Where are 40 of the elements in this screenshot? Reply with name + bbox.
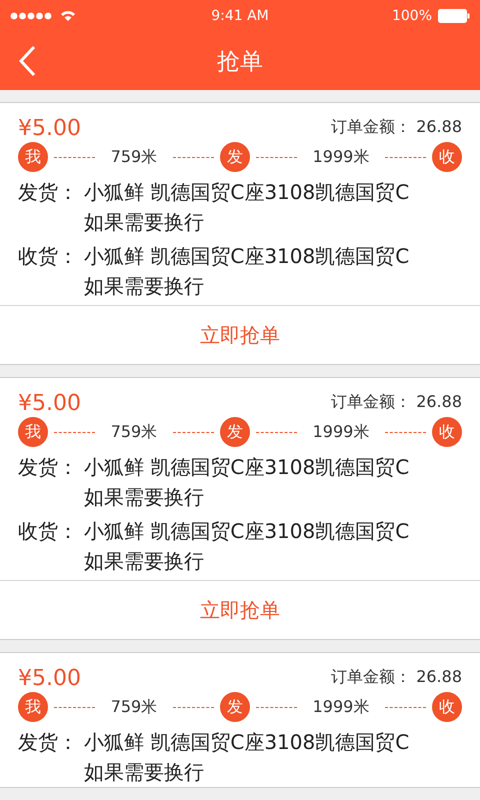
address-text: 小狐鲜 凯德国贸C座3108凯德国贸C 如果需要换行: [84, 518, 410, 575]
order-amount: 订单金额： 26.88: [331, 667, 462, 688]
route-stop-badge: 收: [432, 417, 462, 447]
route-stop-badge: 发: [220, 142, 250, 172]
distance-text: 1999米: [312, 422, 370, 442]
wifi-icon: [60, 10, 76, 22]
distance-text: 759米: [110, 146, 158, 168]
address-label: 发货：: [18, 454, 79, 481]
signal-icon: [10, 12, 54, 20]
route-stop-badge: 发: [220, 692, 250, 722]
order-amount: 订单金额： 26.88: [331, 392, 462, 413]
route-stop-badge: 我: [18, 417, 48, 447]
address-label: 收货：: [18, 518, 79, 545]
address-label: 发货：: [18, 179, 79, 206]
route-stop-badge: 我: [18, 692, 48, 722]
delivery-fee: ¥5.00: [18, 391, 81, 416]
distance-text: 1999米: [312, 146, 370, 168]
status-time: 9:41 AM: [210, 8, 270, 24]
grab-order-button[interactable]: 立即抢单: [192, 592, 288, 628]
address-text: 小狐鲜 凯德国贸C座3108凯德国贸C 如果需要换行: [84, 243, 410, 300]
address-text: 小狐鲜 凯德国贸C座3108凯德国贸C 如果需要换行: [84, 454, 410, 511]
route-stop-badge: 收: [432, 142, 462, 172]
grab-order-button[interactable]: 立即抢单: [192, 318, 288, 352]
address-text: 小狐鲜 凯德国贸C座3108凯德国贸C 如果需要换行: [84, 179, 410, 236]
distance-text: 759米: [110, 422, 158, 442]
distance-text: 759米: [110, 696, 158, 718]
page-title: 抢单: [217, 48, 263, 76]
delivery-fee: ¥5.00: [18, 116, 81, 141]
route-stop-badge: 发: [220, 417, 250, 447]
route-stop-badge: 收: [432, 692, 462, 722]
battery-icon: [438, 9, 470, 23]
delivery-fee: ¥5.00: [18, 666, 81, 691]
order-amount: 订单金额： 26.88: [331, 117, 462, 138]
address-text: 小狐鲜 凯德国贸C座3108凯德国贸C 如果需要换行: [84, 729, 410, 786]
address-label: 发货：: [18, 729, 79, 756]
address-label: 收货：: [18, 243, 79, 270]
battery-percent: 100%: [392, 8, 432, 24]
distance-text: 1999米: [312, 696, 370, 718]
route-stop-badge: 我: [18, 142, 48, 172]
back-icon[interactable]: [18, 45, 36, 77]
